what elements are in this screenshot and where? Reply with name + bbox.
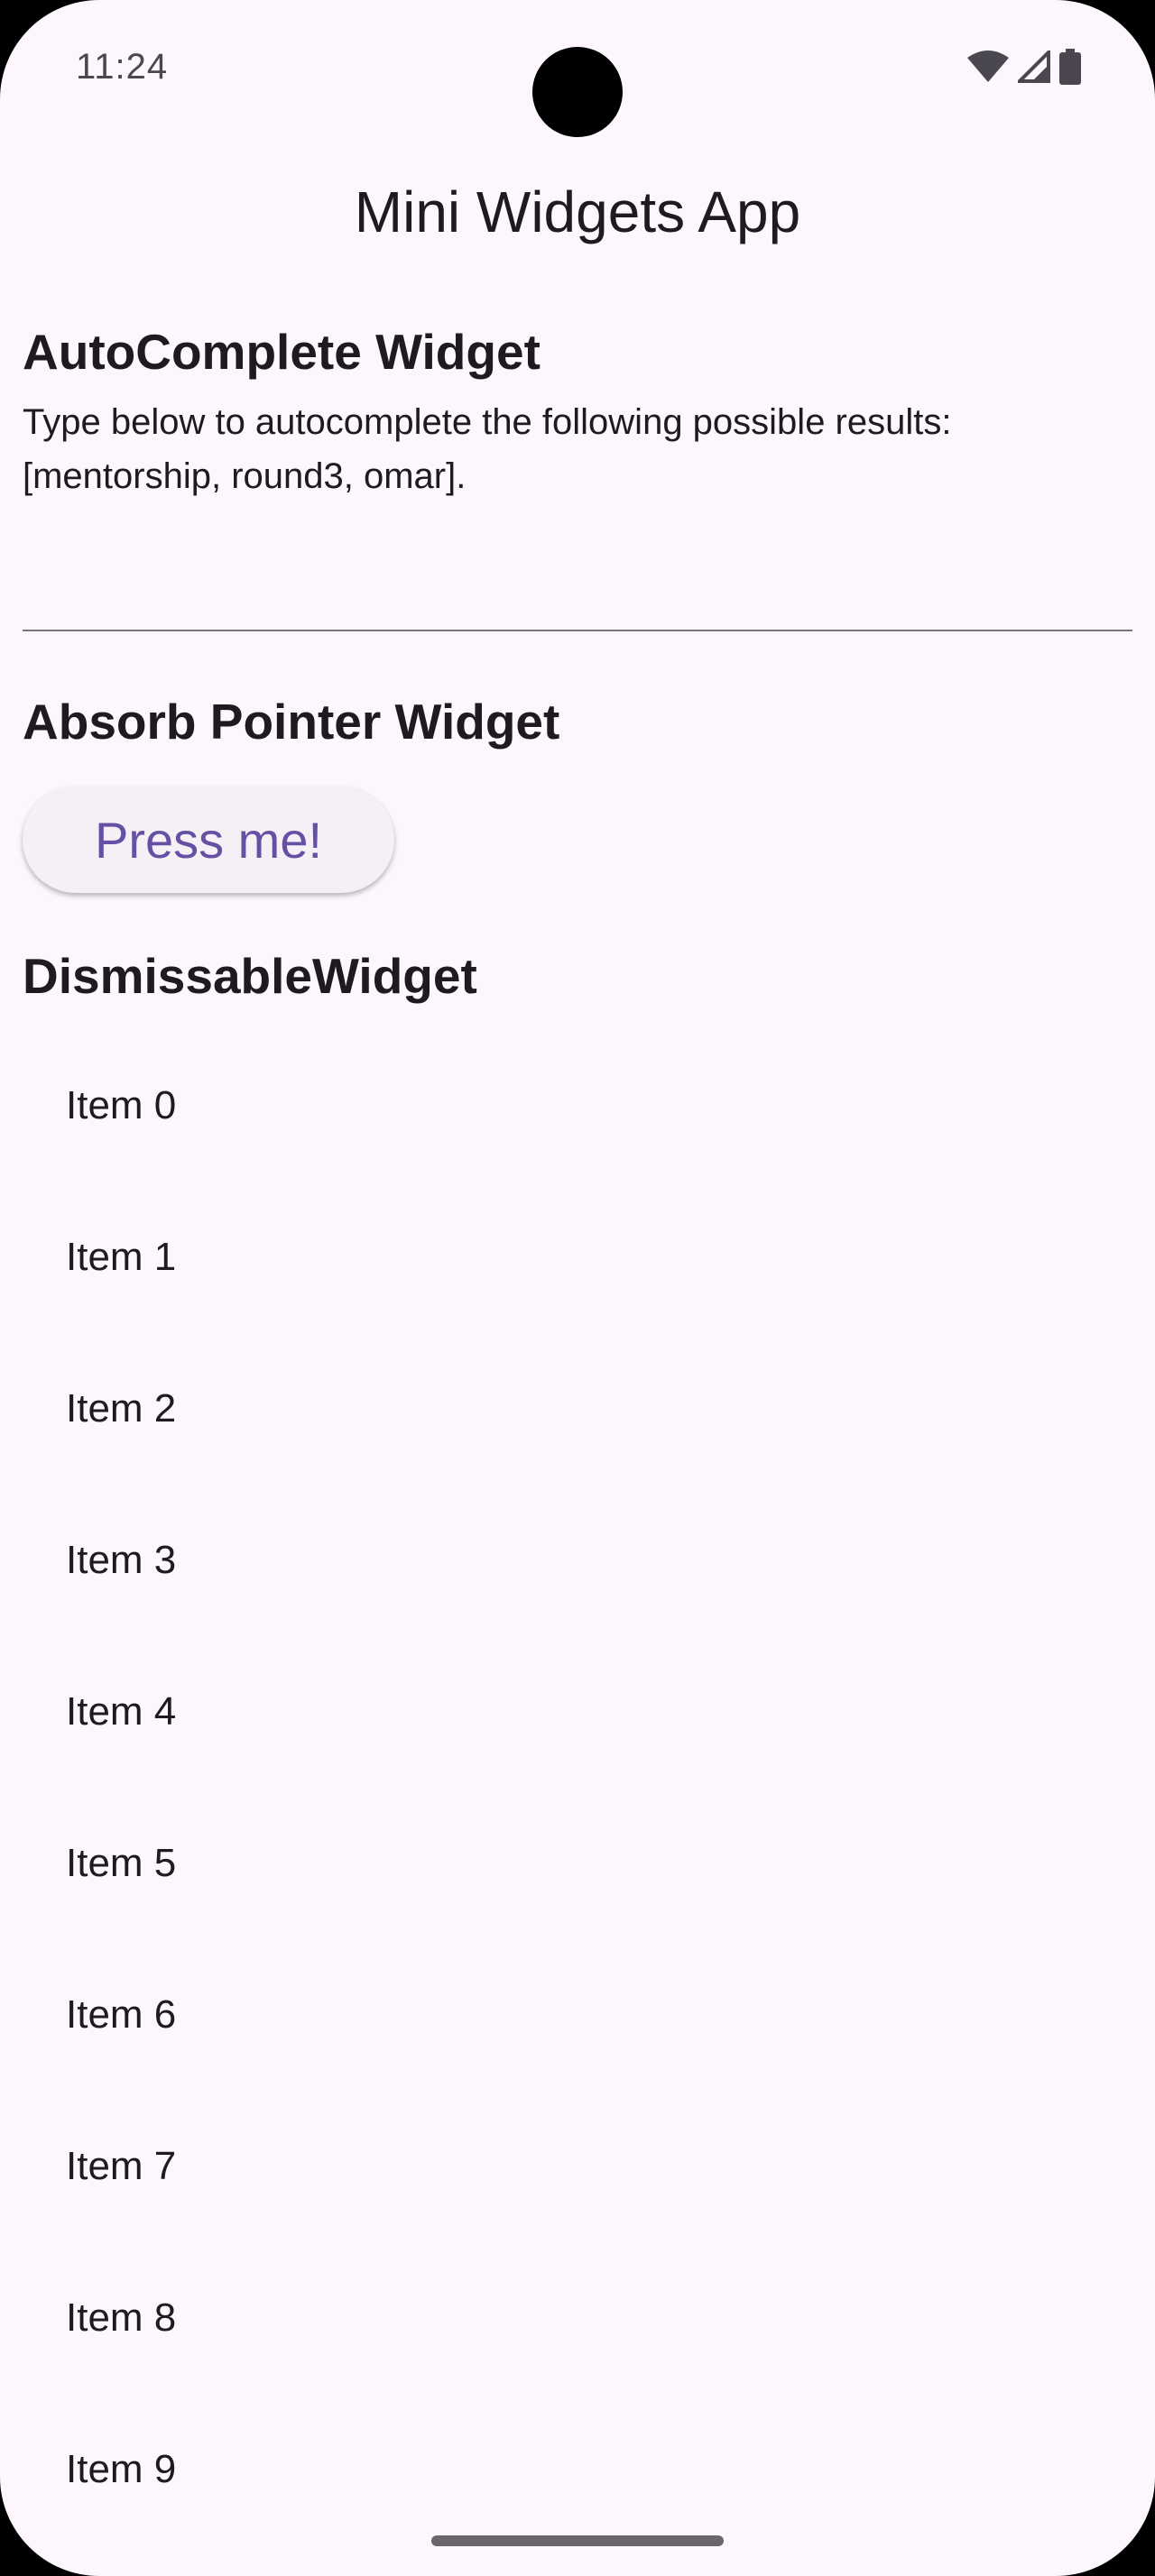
dismissable-section-title: DismissableWidget <box>23 948 477 1004</box>
dismissable-list: Item 0 Item 1 Item 2 Item 3 Item 4 Item … <box>23 1030 1132 2545</box>
list-item[interactable]: Item 2 <box>23 1333 1132 1485</box>
phone-screen: 11:24 Mini Widgets App AutoComplete Widg… <box>0 0 1155 2576</box>
app-bar: Mini Widgets App <box>0 162 1155 262</box>
main-content: AutoComplete Widget Type below to autoco… <box>23 316 1132 2545</box>
list-item[interactable]: Item 5 <box>23 1788 1132 1939</box>
camera-cutout <box>532 47 623 137</box>
status-bar: 11:24 <box>0 0 1155 137</box>
cellular-signal-icon <box>1015 48 1050 87</box>
list-item[interactable]: Item 4 <box>23 1636 1132 1788</box>
wifi-icon <box>967 51 1009 87</box>
list-item[interactable]: Item 8 <box>23 2242 1132 2394</box>
autocomplete-description: Type below to autocomplete the following… <box>23 402 952 496</box>
status-time: 11:24 <box>76 47 169 87</box>
list-item[interactable]: Item 0 <box>23 1030 1132 1182</box>
list-item[interactable]: Item 9 <box>23 2394 1132 2545</box>
list-item[interactable]: Item 1 <box>23 1182 1132 1333</box>
autocomplete-section-title: AutoComplete Widget <box>23 324 541 380</box>
press-me-button[interactable]: Press me! <box>23 787 394 893</box>
list-item[interactable]: Item 6 <box>23 1939 1132 2091</box>
list-item[interactable]: Item 7 <box>23 2091 1132 2242</box>
home-indicator[interactable] <box>431 2535 724 2546</box>
status-icons <box>967 48 1081 89</box>
battery-icon <box>1059 49 1081 89</box>
absorb-section-title: Absorb Pointer Widget <box>23 694 560 750</box>
list-item[interactable]: Item 3 <box>23 1485 1132 1636</box>
app-title: Mini Widgets App <box>354 179 801 244</box>
autocomplete-input[interactable] <box>23 557 1132 631</box>
